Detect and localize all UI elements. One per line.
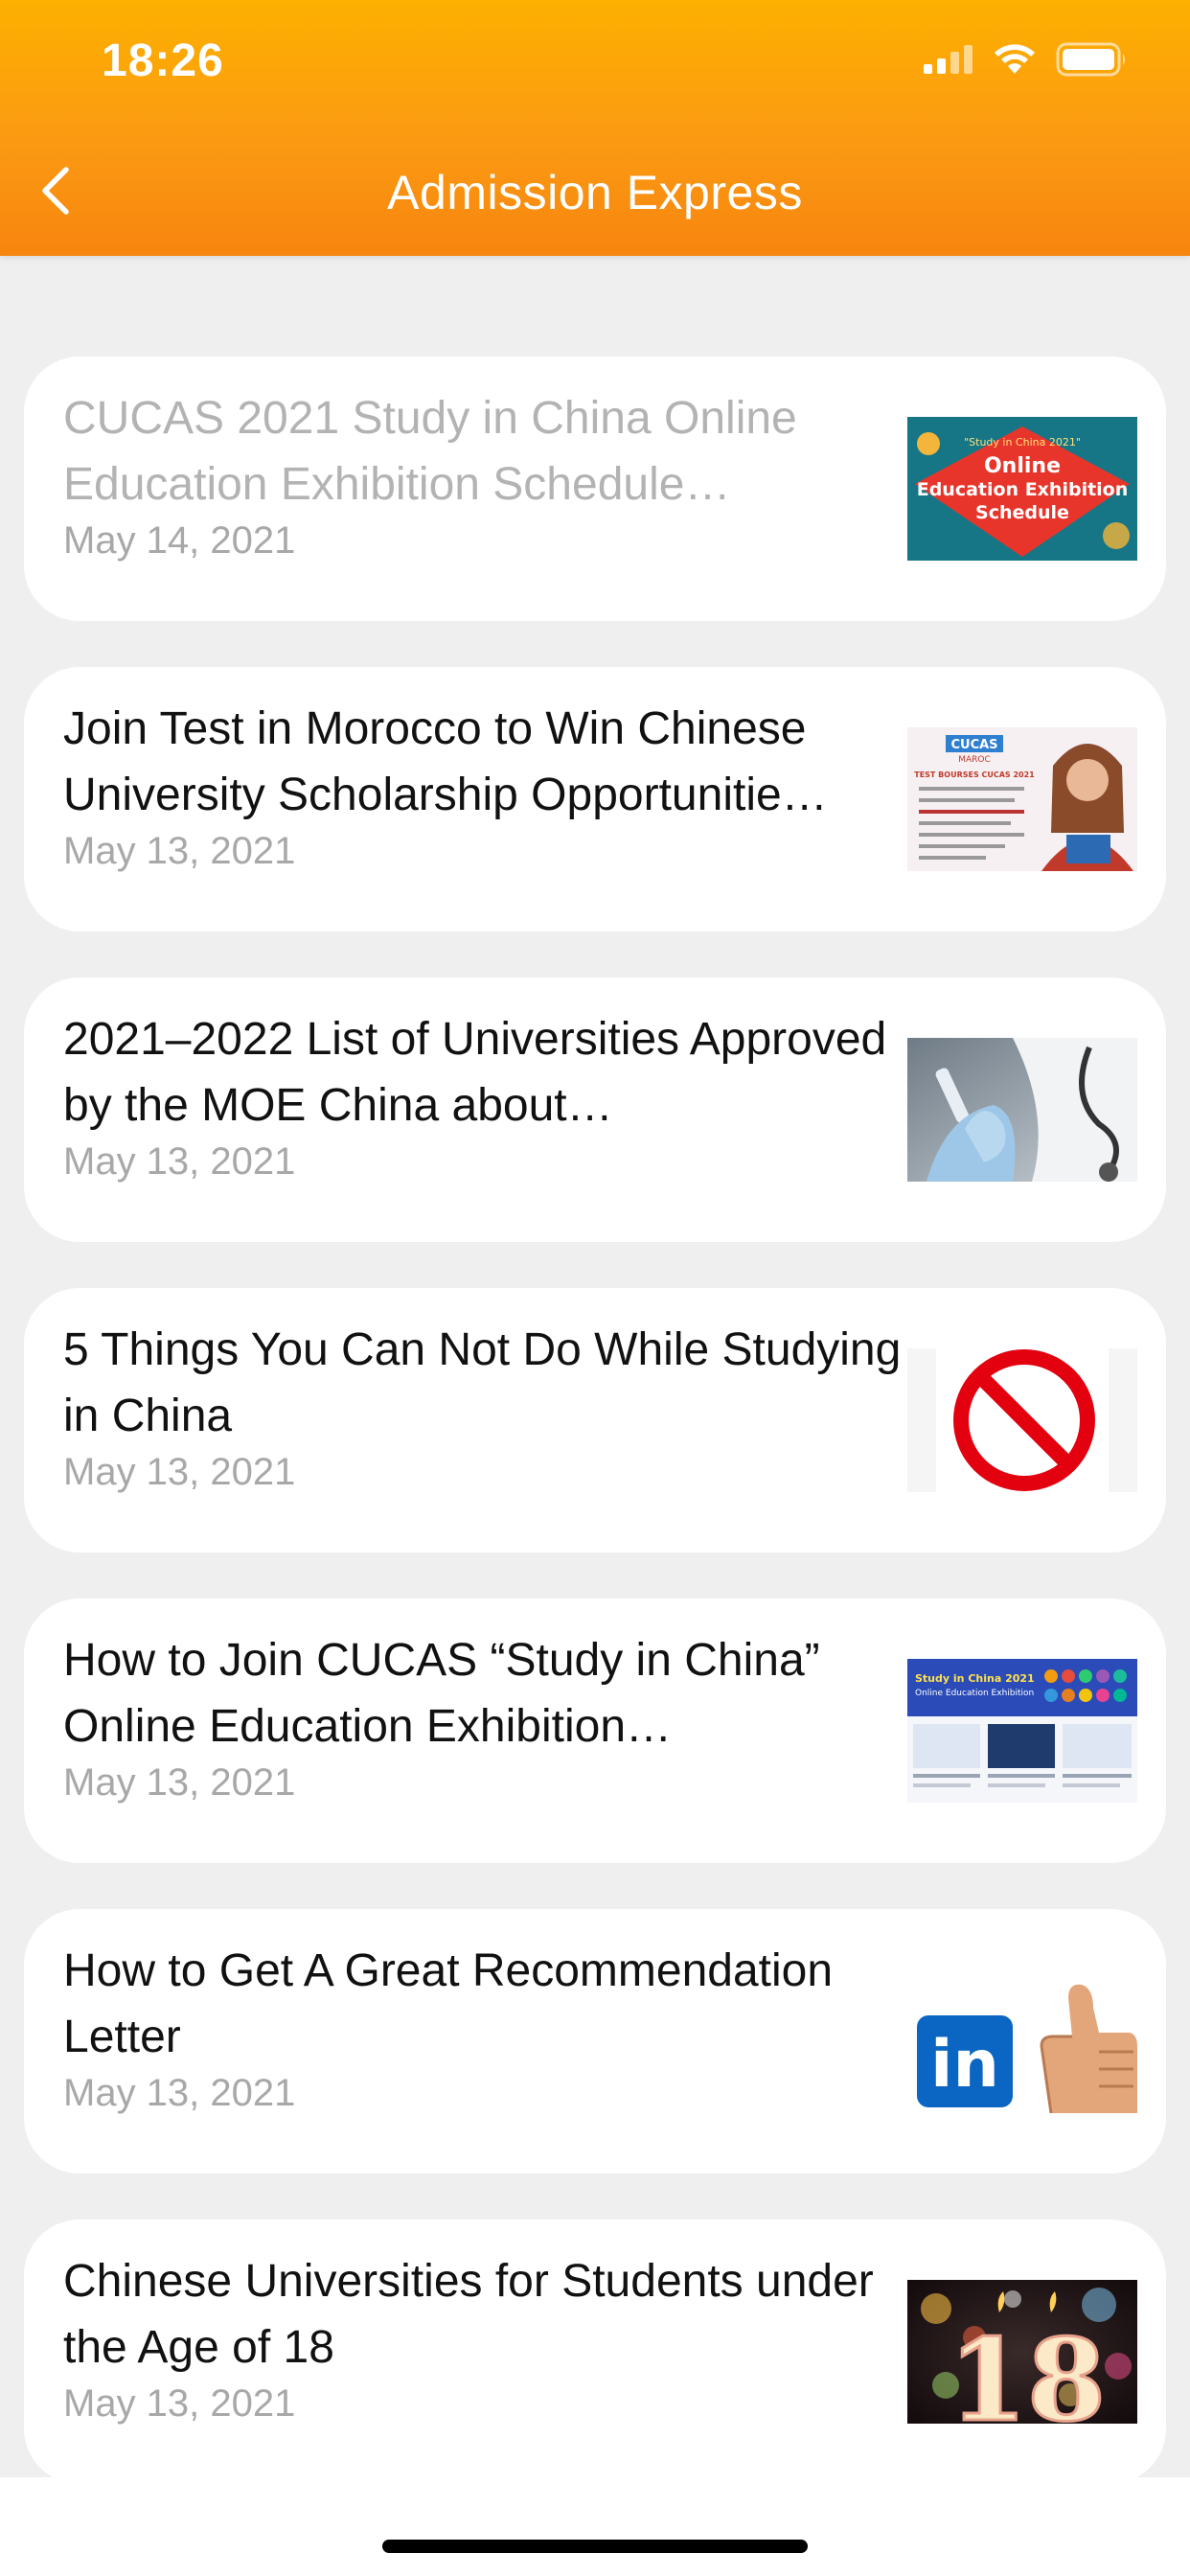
article-title: Chinese Universities for Students under … bbox=[63, 2256, 874, 2373]
article-date: May 13, 2021 bbox=[63, 1140, 296, 1183]
thumb-text: MAROC bbox=[958, 755, 991, 765]
article-title: Join Test in Morocco to Win Chinese Univ… bbox=[63, 703, 828, 820]
article-thumbnail bbox=[907, 1038, 1137, 1182]
article-title: CUCAS 2021 Study in China Online Educati… bbox=[63, 393, 797, 510]
article-date: May 13, 2021 bbox=[63, 2072, 296, 2114]
wifi-icon bbox=[995, 44, 1035, 74]
home-indicator[interactable] bbox=[382, 2540, 808, 2553]
article-date: May 13, 2021 bbox=[63, 2382, 296, 2425]
article-date: May 13, 2021 bbox=[63, 1761, 296, 1804]
status-time: 18:26 bbox=[102, 35, 224, 86]
article-thumbnail: 18 bbox=[907, 2280, 1137, 2424]
article-card[interactable]: How to Join CUCAS “Study in China” Onlin… bbox=[24, 1598, 1166, 1863]
article-list: CUCAS 2021 Study in China Online Educati… bbox=[24, 356, 1166, 2530]
thumb-text: in bbox=[930, 2027, 999, 2103]
thumb-text: Education Exhibition bbox=[917, 479, 1129, 500]
thumb-text: 18 bbox=[949, 2313, 1106, 2424]
article-card[interactable]: 5 Things You Can Not Do While Studying i… bbox=[24, 1288, 1166, 1552]
article-card[interactable]: CUCAS 2021 Study in China Online Educati… bbox=[24, 356, 1166, 621]
thumb-text: "Study in China 2021" bbox=[964, 436, 1081, 448]
article-card[interactable]: How to Get A Great Recommendation Letter… bbox=[24, 1909, 1166, 2174]
article-thumbnail: in bbox=[907, 1969, 1137, 2113]
article-thumbnail: "Study in China 2021" Online Education E… bbox=[907, 417, 1137, 561]
thumb-text: Online Education Exhibition bbox=[915, 1689, 1034, 1698]
article-card[interactable]: Chinese Universities for Students under … bbox=[24, 2220, 1166, 2484]
article-date: May 13, 2021 bbox=[63, 1451, 296, 1493]
article-thumbnail bbox=[907, 1348, 1137, 1492]
article-card[interactable]: Join Test in Morocco to Win Chinese Univ… bbox=[24, 667, 1166, 932]
thumb-text: Study in China 2021 bbox=[915, 1672, 1035, 1685]
article-thumbnail: CUCAS MAROC TEST BOURSES CUCAS 2021 bbox=[907, 727, 1137, 871]
article-title: 2021–2022 List of Universities Approved … bbox=[63, 1014, 887, 1131]
article-title: How to Get A Great Recommendation Letter bbox=[63, 1945, 834, 2062]
cellular-signal-icon bbox=[924, 45, 973, 74]
linkedin-logo-icon: in bbox=[917, 2015, 1013, 2107]
page-title: Admission Express bbox=[387, 166, 803, 219]
thumb-text: Schedule bbox=[975, 502, 1069, 523]
status-icons bbox=[924, 42, 1129, 77]
home-indicator-area bbox=[0, 2477, 1190, 2576]
article-title: 5 Things You Can Not Do While Studying i… bbox=[63, 1324, 902, 1441]
app-header: 18:26 Admission Express bbox=[0, 0, 1190, 256]
article-title: How to Join CUCAS “Study in China” Onlin… bbox=[63, 1635, 820, 1752]
thumb-text: CUCAS bbox=[950, 738, 997, 752]
article-thumbnail: Study in China 2021 Online Education Exh… bbox=[907, 1659, 1137, 1803]
battery-icon bbox=[1056, 42, 1125, 77]
thumb-text: TEST BOURSES CUCAS 2021 bbox=[914, 770, 1035, 779]
article-date: May 13, 2021 bbox=[63, 830, 296, 872]
thumb-text: Online bbox=[984, 454, 1061, 478]
article-date: May 14, 2021 bbox=[63, 519, 296, 562]
article-card[interactable]: 2021–2022 List of Universities Approved … bbox=[24, 978, 1166, 1242]
